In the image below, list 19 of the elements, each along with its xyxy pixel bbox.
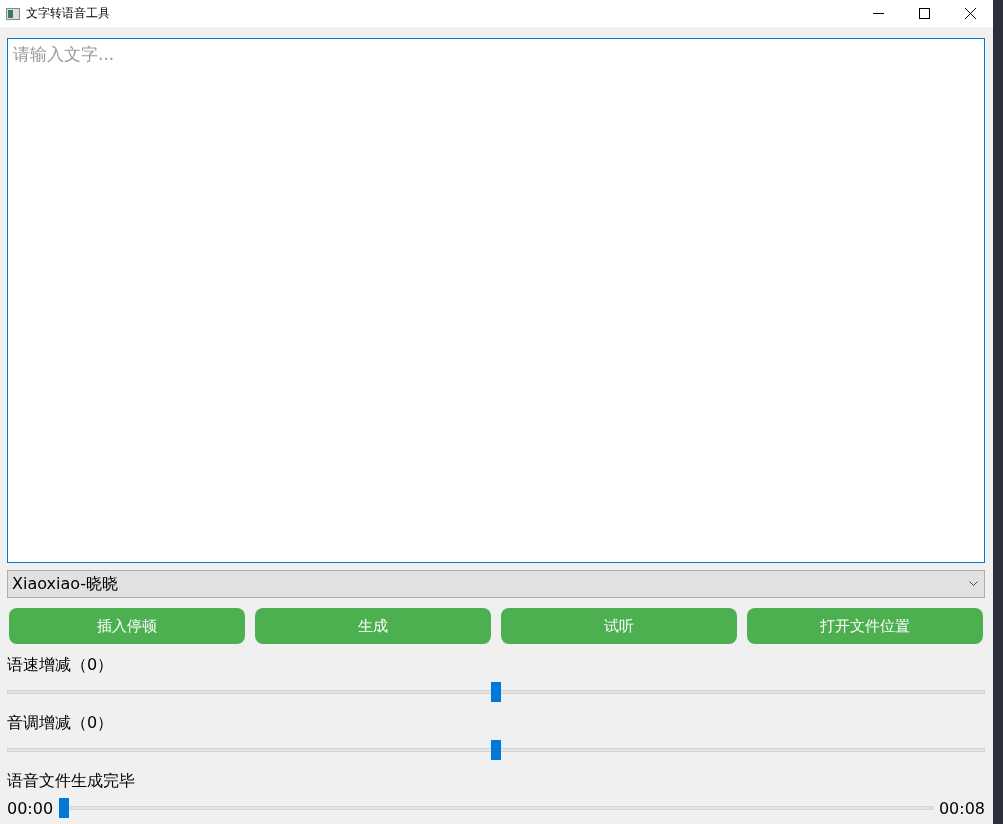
slider-thumb[interactable] xyxy=(491,682,501,702)
slider-label: 语速增减（0） xyxy=(7,654,115,676)
maximize-icon[interactable] xyxy=(918,8,930,19)
slider-label: 音调增减（0） xyxy=(7,712,115,734)
window-title: 文字转语音工具 xyxy=(26,5,111,22)
total-time: 00:08 xyxy=(938,798,985,818)
action-button[interactable]: 试听 xyxy=(501,608,737,644)
action-button[interactable]: 插入停顿 xyxy=(9,608,245,644)
current-time: 00:00 xyxy=(7,798,54,818)
action-button[interactable]: 打开文件位置 xyxy=(747,608,983,644)
slider-thumb[interactable] xyxy=(59,798,70,818)
action-button[interactable]: 生成 xyxy=(255,608,491,644)
close-icon[interactable] xyxy=(964,8,976,19)
slider-thumb[interactable] xyxy=(491,740,501,760)
chevron-down-icon xyxy=(969,581,978,587)
text-input-field[interactable]: 请输入文字... xyxy=(7,38,985,563)
voice-dropdown[interactable]: Xiaoxiao-晓晓 xyxy=(7,570,985,598)
app-icon xyxy=(6,7,20,20)
status-text: 语音文件生成完毕 xyxy=(7,770,136,792)
